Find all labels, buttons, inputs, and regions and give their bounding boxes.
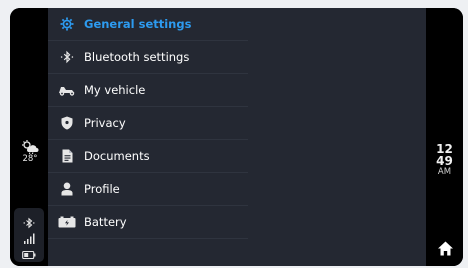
menu-item-bluetooth-settings[interactable]: Bluetooth settings <box>48 41 248 74</box>
app-frame: 28° General settings Bluetooth settings … <box>10 8 463 266</box>
home-icon <box>438 241 453 256</box>
menu-item-privacy[interactable]: Privacy <box>48 107 248 140</box>
menu-item-label: Documents <box>84 149 150 163</box>
menu-item-label: Privacy <box>84 116 126 130</box>
clock: 12 49 AM <box>426 143 463 178</box>
menu-item-my-vehicle[interactable]: My vehicle <box>48 74 248 107</box>
weather-widget[interactable]: 28° <box>18 140 42 164</box>
menu-item-label: General settings <box>84 17 192 31</box>
menu-item-label: My vehicle <box>84 83 146 97</box>
home-button[interactable] <box>437 240 454 257</box>
bluetooth-icon <box>50 41 84 73</box>
temperature: 28° <box>22 154 38 164</box>
document-icon <box>50 140 84 172</box>
menu-item-label: Battery <box>84 215 127 229</box>
shield-icon <box>50 107 84 139</box>
settings-menu: General settings Bluetooth settings My v… <box>48 8 248 239</box>
menu-item-label: Bluetooth settings <box>84 50 190 64</box>
menu-item-general-settings[interactable]: General settings <box>48 8 248 41</box>
status-panel[interactable] <box>14 208 44 262</box>
battery-status-icon <box>14 245 44 264</box>
left-rail: 28° <box>10 8 48 266</box>
person-icon <box>50 173 84 205</box>
clock-ampm: AM <box>437 167 452 177</box>
right-rail: 12 49 AM <box>426 8 463 266</box>
scooter-icon <box>50 74 84 106</box>
settings-panel: General settings Bluetooth settings My v… <box>48 8 426 266</box>
menu-item-documents[interactable]: Documents <box>48 140 248 173</box>
menu-item-profile[interactable]: Profile <box>48 173 248 206</box>
battery-icon <box>50 206 84 238</box>
menu-item-battery[interactable]: Battery <box>48 206 248 239</box>
gear-icon <box>50 8 84 40</box>
clock-minute: 49 <box>436 154 453 168</box>
partly-cloudy-rain-icon <box>22 140 39 154</box>
menu-item-label: Profile <box>84 182 120 196</box>
